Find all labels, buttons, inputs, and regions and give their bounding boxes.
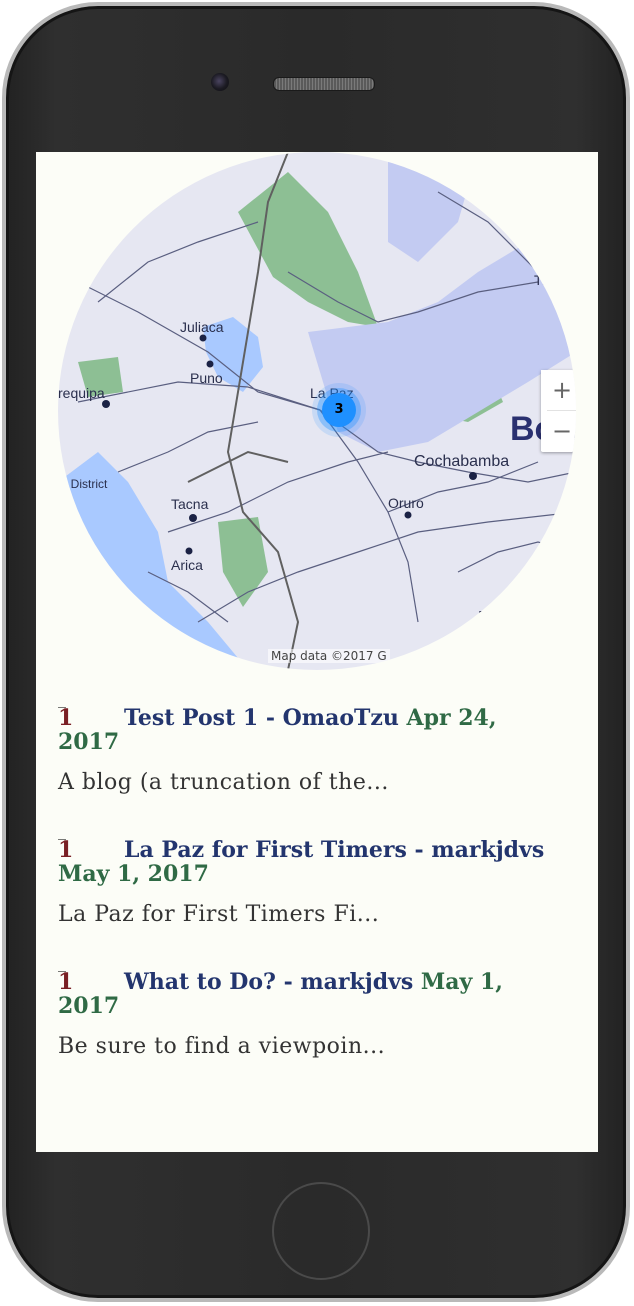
label-oruro: Oruro	[388, 495, 424, 511]
post-title-link[interactable]: La Paz for First Timers - markjdvs	[124, 837, 544, 863]
bullet-dash: _	[58, 953, 66, 972]
post-title-line: 1 La Paz for First Timers - markjdvs May …	[58, 838, 558, 886]
post-item[interactable]: _ 1 What to Do? - markjdvs May 1, 2017 Be…	[58, 953, 558, 1060]
post-item[interactable]: _ 1 La Paz for First Timers - markjdvs Ma…	[58, 821, 558, 928]
label-potosi: Po	[478, 609, 498, 626]
country-border-2	[187, 450, 289, 483]
label-arica: Arica	[171, 557, 203, 573]
bullet-dash: _	[58, 689, 66, 708]
label-puno: Puno	[190, 370, 223, 386]
screen: Juliaca Puno La Paz requipa Tacna Arica …	[36, 152, 598, 1152]
post-number: 1	[58, 969, 74, 995]
post-date: May 1, 2017	[58, 861, 209, 887]
post-excerpt: A blog (a truncation of the...	[58, 770, 389, 795]
post-title-line: 1 What to Do? - markjdvs May 1, 2017	[58, 970, 558, 1018]
highland-area-2	[388, 152, 478, 262]
zoom-control: + −	[541, 370, 576, 452]
zoom-out-button[interactable]: −	[541, 411, 576, 451]
post-title-line: 1 Test Post 1 - OmaoTzu Apr 24, 2017	[58, 706, 558, 754]
post-item[interactable]: _ 1 Test Post 1 - OmaoTzu Apr 24, 2017 A …	[58, 689, 558, 796]
post-excerpt: Be sure to find a viewpoin...	[58, 1034, 386, 1059]
cluster-count: 3	[334, 402, 344, 417]
park-area-1	[238, 172, 378, 327]
camera-icon	[211, 73, 229, 91]
home-button[interactable]	[272, 1182, 370, 1280]
post-number: 1	[58, 837, 74, 863]
label-sucre: Suc	[518, 569, 546, 586]
post-title-link[interactable]: What to Do? - markjdvs	[124, 969, 413, 995]
post-number: 1	[58, 705, 74, 731]
label-juliaca: Juliaca	[180, 319, 224, 335]
label-cochabamba: Cochabamba	[414, 453, 509, 470]
bullet-dash: _	[58, 821, 66, 840]
label-arequipa: requipa	[58, 385, 105, 401]
zoom-in-button[interactable]: +	[541, 370, 576, 410]
map-attribution[interactable]: Map data ©2017 G	[268, 649, 390, 663]
map[interactable]: Juliaca Puno La Paz requipa Tacna Arica …	[58, 152, 576, 670]
post-excerpt: La Paz for First Timers Fi...	[58, 902, 380, 927]
marker-cluster-icon[interactable]: 3	[322, 393, 356, 427]
speaker-grille	[273, 77, 375, 91]
label-tacna: Tacna	[171, 496, 209, 512]
map-tiles: Juliaca Puno La Paz requipa Tacna Arica …	[58, 152, 576, 670]
post-title-link[interactable]: Test Post 1 - OmaoTzu	[124, 705, 399, 731]
label-district: lo District	[58, 477, 108, 491]
label-trinidad: Trini	[534, 272, 561, 288]
